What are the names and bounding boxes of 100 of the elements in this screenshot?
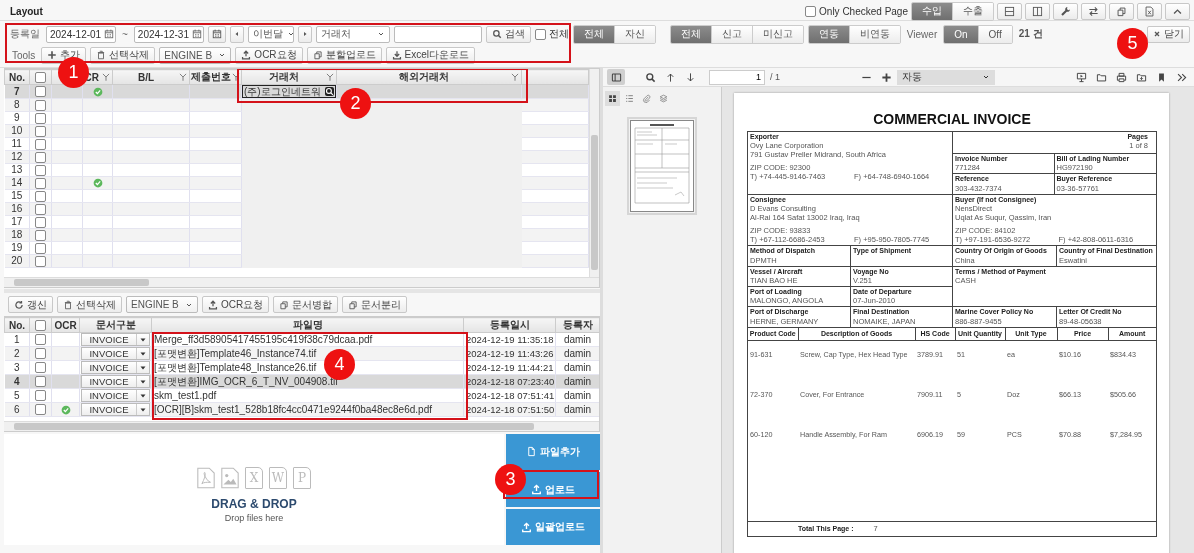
column-header: No. (7, 71, 27, 83)
file-type-badge: W (269, 466, 287, 489)
search-field[interactable] (393, 25, 482, 43)
toggle-option[interactable]: 연동 (808, 25, 850, 43)
trash-icon (96, 50, 107, 60)
row-checkbox[interactable] (35, 242, 46, 254)
date-field[interactable]: 2024-12-01 (46, 25, 116, 43)
toggle-option[interactable]: 전체 (670, 25, 712, 43)
row-checkbox[interactable] (35, 216, 46, 228)
document-type-select[interactable]: INVOICE (81, 361, 150, 374)
row-checkbox[interactable] (35, 348, 46, 359)
all-checkbox[interactable]: 전체 (534, 27, 569, 41)
folder-down-icon (1135, 71, 1147, 83)
toolbar-button[interactable]: 갱신 (8, 296, 53, 313)
checkbox[interactable] (534, 28, 546, 40)
result-count: 21 건 (1018, 27, 1043, 41)
row-checkbox[interactable] (35, 404, 46, 415)
document-type-select[interactable]: INVOICE (81, 333, 150, 346)
copy-icon (348, 299, 359, 310)
partner-input[interactable]: (주)로그인네트워 (242, 85, 336, 98)
row-checkbox[interactable] (35, 255, 46, 267)
toggle-option[interactable]: 미신고 (752, 25, 803, 43)
column-header: B/L (136, 71, 156, 83)
column-header: 파일명 (151, 317, 464, 333)
document-type-select[interactable]: INVOICE (81, 375, 150, 388)
row-checkbox[interactable] (35, 125, 46, 137)
search-button[interactable]: 검색 (485, 25, 531, 43)
row-checkbox[interactable] (35, 138, 46, 150)
sidebar-tab[interactable] (605, 91, 620, 106)
search-icon (325, 87, 334, 96)
toggle-option[interactable]: 자신 (614, 25, 655, 43)
table-cell: damin (555, 332, 599, 347)
row-checkbox[interactable] (35, 177, 46, 189)
swap-button[interactable] (1081, 2, 1106, 20)
date-label: 등록일 (9, 27, 41, 41)
toolbar-button[interactable]: OCR요청 (202, 296, 270, 313)
document-type-select[interactable]: INVOICE (81, 389, 150, 402)
plus-icon (880, 71, 892, 83)
row-checkbox[interactable] (35, 390, 46, 401)
date-field[interactable]: 2024-12-31 (133, 25, 204, 43)
column-header: 등록일시 (463, 317, 556, 333)
horizontal-scrollbar[interactable] (4, 277, 599, 287)
toolbar-button[interactable]: 문서병합 (273, 296, 339, 313)
toggle-option[interactable]: 수입 (912, 2, 953, 20)
vertical-split-button[interactable] (1025, 2, 1050, 20)
drop-zone[interactable]: X W P DRAG & DROP Drop files here (4, 434, 504, 545)
toolbar-button[interactable]: 선택삭제 (57, 296, 122, 313)
sidebar-toggle-button[interactable] (607, 69, 625, 85)
chevron-up-button[interactable] (1165, 2, 1190, 20)
page-thumbnail[interactable] (630, 120, 694, 212)
upload-icon (531, 484, 542, 495)
row-checkbox[interactable] (35, 112, 46, 124)
next-button[interactable] (297, 25, 312, 43)
row-checkbox[interactable] (35, 334, 46, 345)
copy-button[interactable] (1109, 2, 1134, 20)
partner-select[interactable]: 거래처 (315, 25, 390, 43)
select-all-checkbox[interactable] (35, 319, 46, 331)
calendar-button[interactable] (207, 25, 226, 43)
toggle-option[interactable]: On (944, 25, 979, 43)
vertical-scrollbar[interactable] (589, 69, 599, 278)
wrench-button[interactable] (1053, 2, 1078, 20)
engine-select[interactable]: ENGINE B (126, 296, 198, 313)
toggle-option[interactable]: Off (978, 25, 1012, 43)
row-checkbox[interactable] (35, 376, 46, 387)
folder-icon (1095, 71, 1107, 83)
column-header: No. (4, 317, 30, 333)
period-select[interactable]: 이번달 (247, 25, 294, 43)
document-type-select[interactable]: INVOICE (81, 403, 150, 416)
toolbar-button[interactable]: 문서분리 (342, 296, 408, 313)
document-title: COMMERCIAL INVOICE (873, 111, 1031, 127)
previous-button[interactable] (229, 25, 244, 43)
grid-icon (608, 94, 617, 103)
image-file-icon (221, 466, 239, 489)
horizontal-split-button[interactable] (997, 2, 1022, 20)
toggle-option[interactable]: 신고 (711, 25, 753, 43)
wrench-icon (1060, 5, 1071, 17)
select-all-checkbox[interactable] (35, 71, 46, 83)
presentation-icon (1075, 71, 1087, 83)
only-checked-checkbox[interactable]: Only Checked Page (805, 5, 908, 17)
toggle-option[interactable]: 비연동 (849, 25, 900, 43)
close-icon (1153, 30, 1161, 38)
row-checkbox[interactable] (35, 164, 46, 176)
row-checkbox[interactable] (35, 229, 46, 241)
row-checkbox[interactable] (35, 190, 46, 202)
toggle-option[interactable]: 수출 (953, 2, 993, 20)
horizontal-scrollbar[interactable] (4, 421, 599, 431)
page-number-field[interactable]: 1 (709, 69, 765, 85)
row-checkbox[interactable] (35, 99, 46, 111)
row-checkbox[interactable] (35, 151, 46, 163)
toggle-option[interactable]: 전체 (573, 25, 615, 43)
zoom-select[interactable]: 자동 (897, 69, 995, 85)
close-button[interactable]: 닫기 (1147, 25, 1190, 43)
file-type-badge: X (245, 466, 263, 489)
document-type-select[interactable]: INVOICE (81, 347, 150, 360)
row-checkbox[interactable] (35, 203, 46, 215)
checkbox[interactable] (805, 5, 817, 17)
spreadsheet-file-button[interactable] (1137, 2, 1162, 20)
search-icon (644, 71, 656, 83)
row-checkbox[interactable] (35, 86, 46, 97)
row-checkbox[interactable] (35, 362, 46, 373)
